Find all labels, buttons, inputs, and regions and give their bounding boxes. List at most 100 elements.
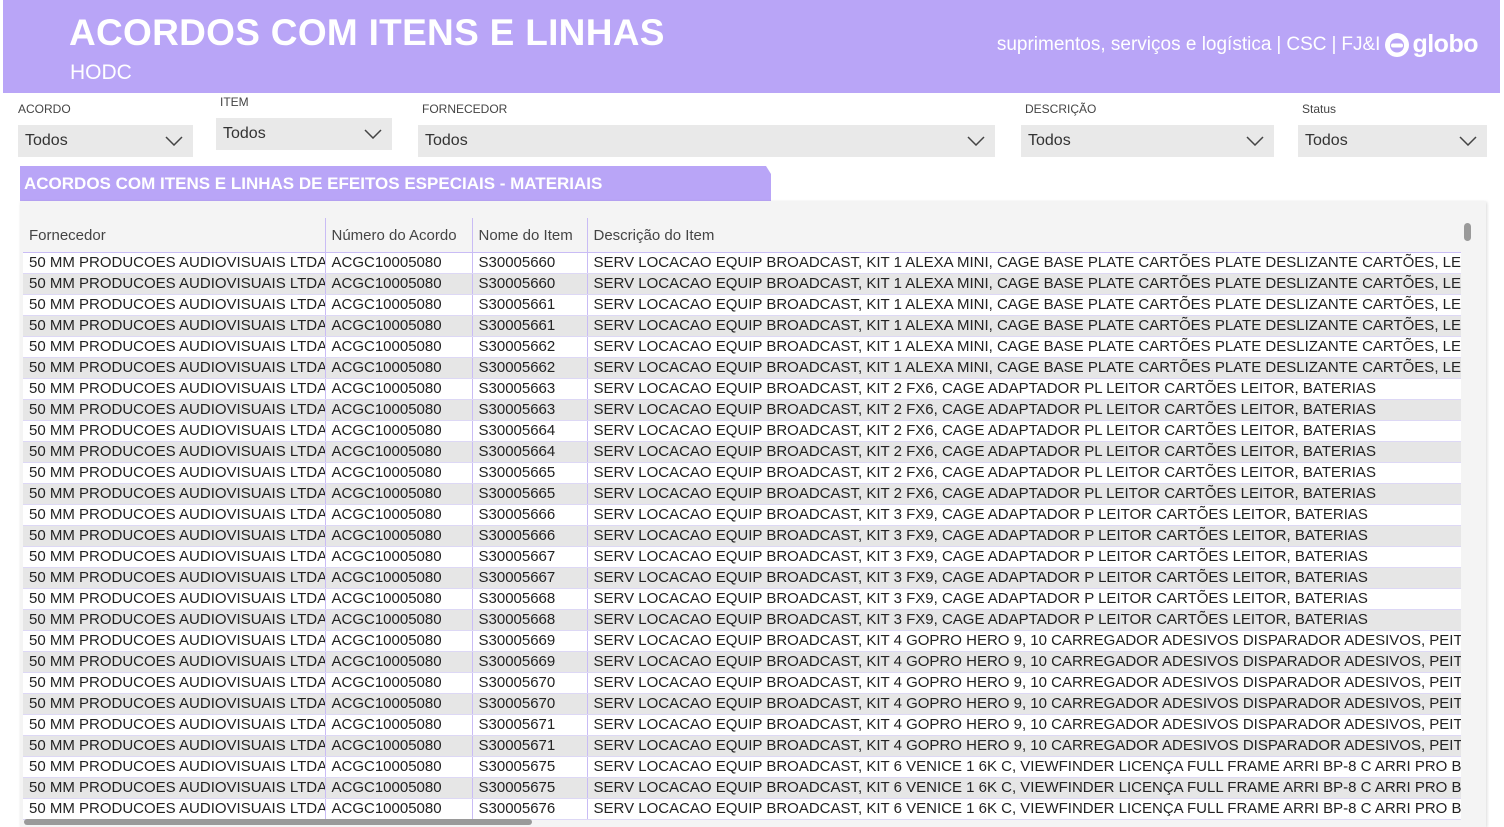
column-header-descricao-item[interactable]: Descrição do Item — [587, 218, 1461, 253]
table-row[interactable]: 50 MM PRODUCOES AUDIOVISUAIS LTDA ACGC100… — [23, 672, 1461, 694]
cell-descricao-item: SERV LOCACAO EQUIP BROADCAST, KIT 2 FX6,… — [587, 420, 1461, 442]
column-header-nome-item[interactable]: Nome do Item — [472, 218, 588, 253]
cell-nome-item: S30005665 — [472, 462, 588, 484]
cell-numero-acordo: ACGC10005080 — [325, 735, 473, 757]
table-row[interactable]: 50 MM PRODUCOES AUDIOVISUAIS LTDA ACGC100… — [23, 273, 1461, 295]
cell-fornecedor: 50 MM PRODUCOES AUDIOVISUAIS LTDA — [23, 546, 326, 568]
table-row[interactable]: 50 MM PRODUCOES AUDIOVISUAIS LTDA ACGC100… — [23, 714, 1461, 736]
cell-nome-item: S30005667 — [472, 546, 588, 568]
cell-numero-acordo: ACGC10005080 — [325, 651, 473, 673]
cell-fornecedor: 50 MM PRODUCOES AUDIOVISUAIS LTDA — [23, 273, 326, 295]
filter-descricao: DESCRIÇÃO Todos — [1021, 102, 1274, 157]
table-row[interactable]: 50 MM PRODUCOES AUDIOVISUAIS LTDA ACGC100… — [23, 462, 1461, 484]
table-row[interactable]: 50 MM PRODUCOES AUDIOVISUAIS LTDA ACGC100… — [23, 651, 1461, 673]
brand-text-fji: FJ&I — [1341, 33, 1381, 55]
filter-status: Status Todos — [1298, 102, 1487, 157]
chevron-down-icon — [967, 136, 985, 146]
section-title: ACORDOS COM ITENS E LINHAS DE EFEITOS ES… — [20, 166, 771, 202]
table-row[interactable]: 50 MM PRODUCOES AUDIOVISUAIS LTDA ACGC100… — [23, 546, 1461, 568]
table-row[interactable]: 50 MM PRODUCOES AUDIOVISUAIS LTDA ACGC100… — [23, 420, 1461, 442]
cell-fornecedor: 50 MM PRODUCOES AUDIOVISUAIS LTDA — [23, 357, 326, 379]
cell-nome-item: S30005669 — [472, 651, 588, 673]
filter-item-dropdown[interactable]: Todos — [216, 118, 392, 150]
cell-fornecedor: 50 MM PRODUCOES AUDIOVISUAIS LTDA — [23, 630, 326, 652]
filter-item-label: ITEM — [220, 95, 249, 109]
table-row[interactable]: 50 MM PRODUCOES AUDIOVISUAIS LTDA ACGC100… — [23, 378, 1461, 400]
cell-descricao-item: SERV LOCACAO EQUIP BROADCAST, KIT 1 ALEX… — [587, 315, 1461, 337]
cell-nome-item: S30005676 — [472, 798, 588, 820]
table-row[interactable]: 50 MM PRODUCOES AUDIOVISUAIS LTDA ACGC100… — [23, 588, 1461, 610]
cell-descricao-item: SERV LOCACAO EQUIP BROADCAST, KIT 6 VENI… — [587, 756, 1461, 778]
cell-descricao-item: SERV LOCACAO EQUIP BROADCAST, KIT 6 VENI… — [587, 798, 1461, 820]
vertical-scrollbar[interactable] — [1464, 223, 1471, 241]
cell-numero-acordo: ACGC10005080 — [325, 777, 473, 799]
brand-text-csc: CSC — [1286, 33, 1327, 55]
cell-fornecedor: 50 MM PRODUCOES AUDIOVISUAIS LTDA — [23, 777, 326, 799]
table-row[interactable]: 50 MM PRODUCOES AUDIOVISUAIS LTDA ACGC100… — [23, 252, 1461, 274]
page-subtitle: HODC — [70, 61, 132, 84]
table-row[interactable]: 50 MM PRODUCOES AUDIOVISUAIS LTDA ACGC100… — [23, 399, 1461, 421]
table-row[interactable]: 50 MM PRODUCOES AUDIOVISUAIS LTDA ACGC100… — [23, 483, 1461, 505]
filter-descricao-dropdown[interactable]: Todos — [1021, 125, 1274, 157]
cell-numero-acordo: ACGC10005080 — [325, 273, 473, 295]
data-table: Fornecedor Número do Acordo Nome do Item… — [23, 218, 1461, 820]
table-row[interactable]: 50 MM PRODUCOES AUDIOVISUAIS LTDA ACGC100… — [23, 630, 1461, 652]
filter-fornecedor-dropdown[interactable]: Todos — [418, 125, 995, 157]
table-row[interactable]: 50 MM PRODUCOES AUDIOVISUAIS LTDA ACGC100… — [23, 567, 1461, 589]
cell-nome-item: S30005675 — [472, 756, 588, 778]
cell-numero-acordo: ACGC10005080 — [325, 336, 473, 358]
table-row[interactable]: 50 MM PRODUCOES AUDIOVISUAIS LTDA ACGC100… — [23, 315, 1461, 337]
table-row[interactable]: 50 MM PRODUCOES AUDIOVISUAIS LTDA ACGC100… — [23, 756, 1461, 778]
cell-nome-item: S30005661 — [472, 315, 588, 337]
cell-numero-acordo: ACGC10005080 — [325, 399, 473, 421]
horizontal-scrollbar[interactable] — [24, 819, 532, 825]
cell-descricao-item: SERV LOCACAO EQUIP BROADCAST, KIT 4 GOPR… — [587, 714, 1461, 736]
table-body: 50 MM PRODUCOES AUDIOVISUAIS LTDA ACGC100… — [23, 252, 1461, 820]
cell-numero-acordo: ACGC10005080 — [325, 693, 473, 715]
cell-fornecedor: 50 MM PRODUCOES AUDIOVISUAIS LTDA — [23, 735, 326, 757]
table-row[interactable]: 50 MM PRODUCOES AUDIOVISUAIS LTDA ACGC100… — [23, 777, 1461, 799]
filter-fornecedor-value: Todos — [425, 132, 468, 149]
cell-numero-acordo: ACGC10005080 — [325, 567, 473, 589]
cell-descricao-item: SERV LOCACAO EQUIP BROADCAST, KIT 4 GOPR… — [587, 651, 1461, 673]
column-header-fornecedor[interactable]: Fornecedor — [23, 218, 326, 253]
cell-nome-item: S30005669 — [472, 630, 588, 652]
page-title: ACORDOS COM ITENS E LINHAS — [69, 12, 665, 53]
table-row[interactable]: 50 MM PRODUCOES AUDIOVISUAIS LTDA ACGC100… — [23, 735, 1461, 757]
cell-descricao-item: SERV LOCACAO EQUIP BROADCAST, KIT 3 FX9,… — [587, 609, 1461, 631]
cell-nome-item: S30005671 — [472, 714, 588, 736]
filter-acordo-label: ACORDO — [18, 102, 71, 116]
globo-logo: globo — [1384, 30, 1478, 59]
cell-fornecedor: 50 MM PRODUCOES AUDIOVISUAIS LTDA — [23, 483, 326, 505]
cell-numero-acordo: ACGC10005080 — [325, 252, 473, 274]
chevron-down-icon — [1246, 136, 1264, 146]
table-row[interactable]: 50 MM PRODUCOES AUDIOVISUAIS LTDA ACGC100… — [23, 336, 1461, 358]
table-row[interactable]: 50 MM PRODUCOES AUDIOVISUAIS LTDA ACGC100… — [23, 504, 1461, 526]
table-row[interactable]: 50 MM PRODUCOES AUDIOVISUAIS LTDA ACGC100… — [23, 798, 1461, 820]
table-row[interactable]: 50 MM PRODUCOES AUDIOVISUAIS LTDA ACGC100… — [23, 294, 1461, 316]
cell-nome-item: S30005665 — [472, 483, 588, 505]
cell-fornecedor: 50 MM PRODUCOES AUDIOVISUAIS LTDA — [23, 525, 326, 547]
cell-descricao-item: SERV LOCACAO EQUIP BROADCAST, KIT 4 GOPR… — [587, 693, 1461, 715]
cell-fornecedor: 50 MM PRODUCOES AUDIOVISUAIS LTDA — [23, 798, 326, 820]
table-row[interactable]: 50 MM PRODUCOES AUDIOVISUAIS LTDA ACGC100… — [23, 357, 1461, 379]
table-row[interactable]: 50 MM PRODUCOES AUDIOVISUAIS LTDA ACGC100… — [23, 693, 1461, 715]
filter-status-dropdown[interactable]: Todos — [1298, 125, 1487, 157]
cell-fornecedor: 50 MM PRODUCOES AUDIOVISUAIS LTDA — [23, 315, 326, 337]
filter-acordo-dropdown[interactable]: Todos — [18, 125, 193, 157]
cell-nome-item: S30005666 — [472, 525, 588, 547]
table-row[interactable]: 50 MM PRODUCOES AUDIOVISUAIS LTDA ACGC100… — [23, 441, 1461, 463]
data-table-container[interactable]: Fornecedor Número do Acordo Nome do Item… — [20, 201, 1486, 827]
cell-descricao-item: SERV LOCACAO EQUIP BROADCAST, KIT 2 FX6,… — [587, 462, 1461, 484]
table-row[interactable]: 50 MM PRODUCOES AUDIOVISUAIS LTDA ACGC100… — [23, 609, 1461, 631]
column-header-numero-acordo[interactable]: Número do Acordo — [325, 218, 473, 253]
cell-numero-acordo: ACGC10005080 — [325, 546, 473, 568]
brand-separator: | — [1331, 33, 1337, 55]
cell-fornecedor: 50 MM PRODUCOES AUDIOVISUAIS LTDA — [23, 672, 326, 694]
table-row[interactable]: 50 MM PRODUCOES AUDIOVISUAIS LTDA ACGC100… — [23, 525, 1461, 547]
filter-fornecedor-label: FORNECEDOR — [422, 102, 508, 116]
cell-descricao-item: SERV LOCACAO EQUIP BROADCAST, KIT 3 FX9,… — [587, 588, 1461, 610]
cell-descricao-item: SERV LOCACAO EQUIP BROADCAST, KIT 1 ALEX… — [587, 357, 1461, 379]
cell-nome-item: S30005664 — [472, 441, 588, 463]
cell-nome-item: S30005675 — [472, 777, 588, 799]
